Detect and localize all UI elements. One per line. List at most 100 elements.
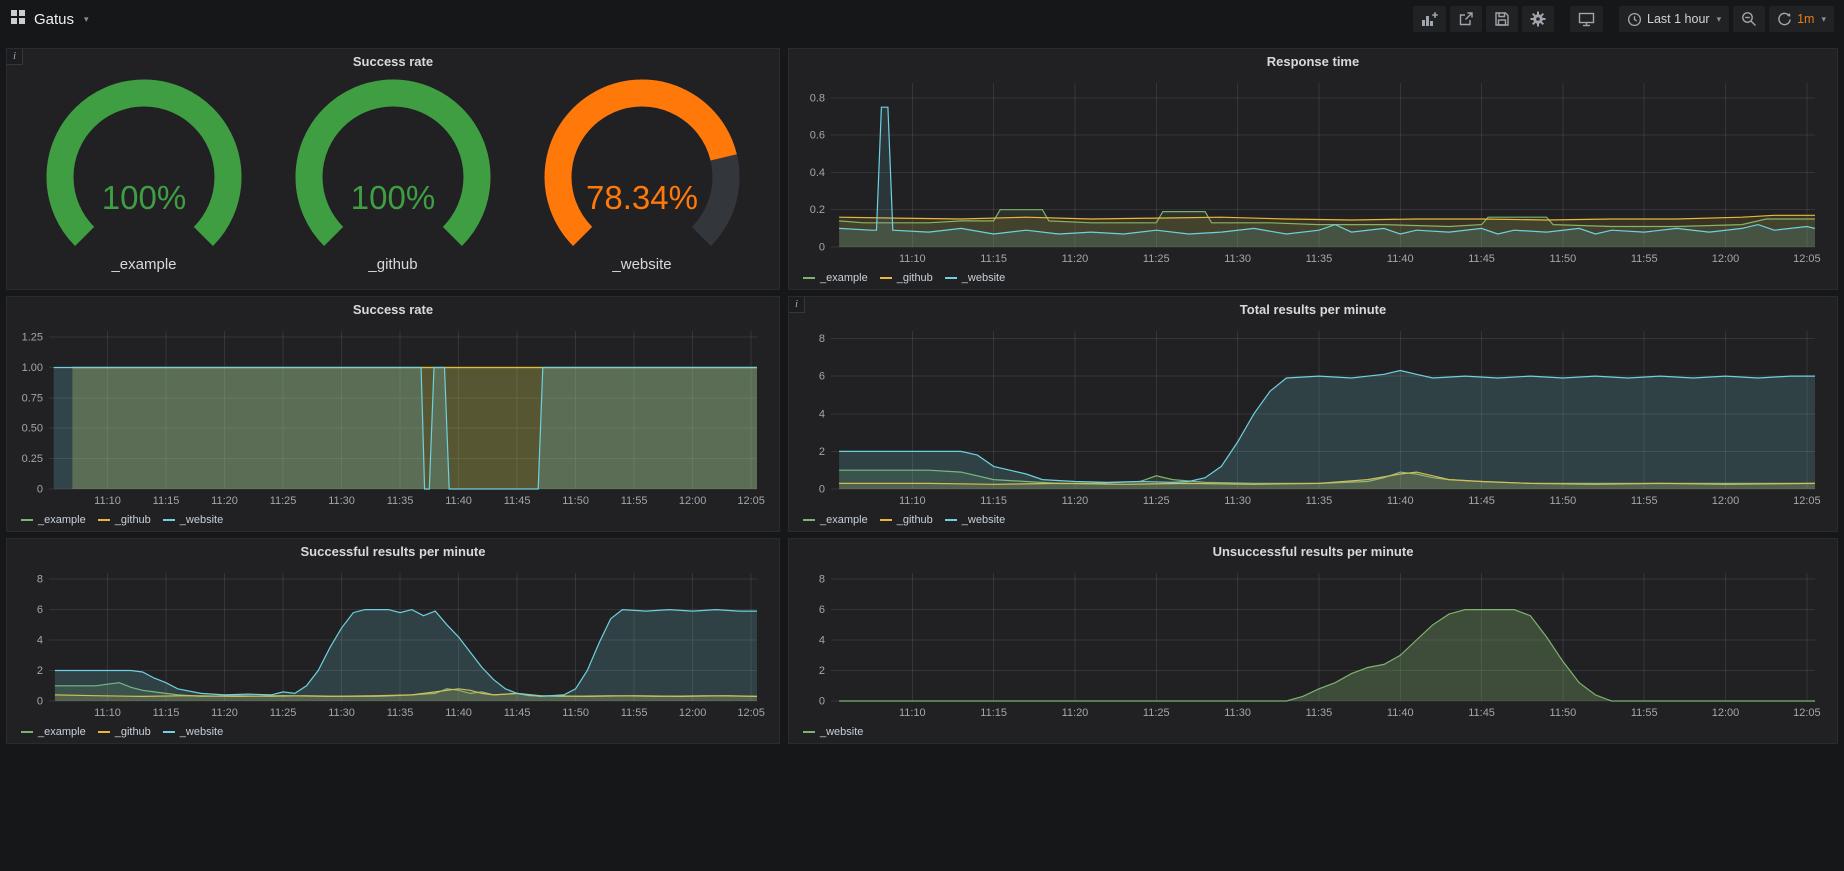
- gauge-value: 100%: [351, 179, 435, 216]
- zoom-out-icon: [1741, 11, 1757, 27]
- svg-text:11:30: 11:30: [328, 707, 355, 719]
- response-time-chart[interactable]: 00.20.40.60.811:1011:1511:2011:2511:3011…: [797, 75, 1829, 267]
- svg-text:11:40: 11:40: [1387, 707, 1414, 719]
- svg-text:11:20: 11:20: [211, 707, 238, 719]
- svg-text:11:15: 11:15: [153, 495, 180, 507]
- dashboard-title-dropdown[interactable]: Gatus ▾: [10, 9, 89, 30]
- refresh-icon: [1777, 12, 1792, 27]
- zoom-out-button[interactable]: [1733, 6, 1765, 32]
- svg-text:1.00: 1.00: [22, 362, 43, 374]
- svg-text:11:25: 11:25: [270, 707, 297, 719]
- svg-text:8: 8: [819, 574, 825, 586]
- time-range-picker[interactable]: Last 1 hour ▾: [1619, 6, 1729, 32]
- legend-item[interactable]: _example: [21, 514, 86, 526]
- refresh-interval-label[interactable]: 1m: [1797, 12, 1814, 26]
- svg-text:12:00: 12:00: [1712, 707, 1740, 719]
- svg-text:11:50: 11:50: [1550, 707, 1577, 719]
- panel-title[interactable]: Successful results per minute: [7, 539, 779, 564]
- navbar: Gatus ▾: [0, 0, 1844, 38]
- panel-title[interactable]: Unsuccessful results per minute: [789, 539, 1837, 564]
- legend-series-name: _github: [115, 726, 151, 738]
- legend-item[interactable]: _website: [945, 514, 1005, 526]
- save-button[interactable]: [1486, 6, 1518, 32]
- legend-item[interactable]: _website: [163, 726, 223, 738]
- legend-item[interactable]: _github: [880, 272, 933, 284]
- chart-legend: _example _github _website: [21, 723, 223, 740]
- chart-legend: _example _github _website: [21, 511, 223, 528]
- svg-text:2: 2: [37, 665, 43, 677]
- legend-series-color: [21, 519, 33, 521]
- legend-series-color: [880, 277, 892, 279]
- svg-text:11:25: 11:25: [270, 495, 297, 507]
- svg-text:4: 4: [819, 408, 825, 420]
- legend-series-color: [803, 731, 815, 733]
- legend-item[interactable]: _website: [945, 272, 1005, 284]
- panel-unsuccessful-results: Unsuccessful results per minute 0246811:…: [788, 538, 1838, 744]
- svg-text:11:25: 11:25: [1143, 253, 1170, 265]
- panel-title[interactable]: Success rate: [7, 49, 779, 74]
- svg-text:12:00: 12:00: [1712, 253, 1740, 265]
- svg-text:11:30: 11:30: [1224, 495, 1251, 507]
- svg-text:11:25: 11:25: [1143, 707, 1170, 719]
- panel-response-time: Response time 00.20.40.60.811:1011:1511:…: [788, 48, 1838, 290]
- svg-text:11:35: 11:35: [1306, 253, 1333, 265]
- panel-title[interactable]: Success rate: [7, 297, 779, 322]
- svg-text:11:30: 11:30: [1224, 253, 1251, 265]
- panel-info-icon[interactable]: i: [789, 297, 805, 313]
- gauge-value: 78.34%: [586, 179, 698, 216]
- svg-text:0: 0: [37, 696, 43, 708]
- legend-item[interactable]: _github: [98, 726, 151, 738]
- panel-info-icon[interactable]: i: [7, 49, 23, 65]
- successful-results-chart[interactable]: 0246811:1011:1511:2011:2511:3011:3511:40…: [15, 565, 771, 721]
- chart-legend: _example _github _website: [803, 511, 1005, 528]
- legend-item[interactable]: _example: [803, 514, 868, 526]
- panel-success-rate-gauges: i Success rate 100%_example100%_github78…: [6, 48, 780, 290]
- svg-text:0.75: 0.75: [22, 392, 43, 404]
- legend-item[interactable]: _github: [98, 514, 151, 526]
- svg-text:8: 8: [819, 333, 825, 345]
- legend-item[interactable]: _example: [21, 726, 86, 738]
- gauge-value: 100%: [102, 179, 186, 216]
- svg-text:1.25: 1.25: [22, 332, 43, 344]
- refresh-button[interactable]: 1m ▾: [1769, 6, 1834, 32]
- svg-text:0: 0: [819, 696, 825, 708]
- panel-successful-results: Successful results per minute 0246811:10…: [6, 538, 780, 744]
- svg-text:12:00: 12:00: [1712, 495, 1740, 507]
- save-icon: [1494, 11, 1510, 27]
- legend-item[interactable]: _example: [803, 272, 868, 284]
- legend-series-name: _website: [180, 514, 223, 526]
- total-results-chart[interactable]: 0246811:1011:1511:2011:2511:3011:3511:40…: [797, 323, 1829, 509]
- unsuccessful-results-chart[interactable]: 0246811:1011:1511:2011:2511:3011:3511:40…: [797, 565, 1829, 721]
- success-rate-chart[interactable]: 00.250.500.751.001.2511:1011:1511:2011:2…: [15, 323, 771, 509]
- panel-title[interactable]: Response time: [789, 49, 1837, 74]
- panel-title[interactable]: Total results per minute: [789, 297, 1837, 322]
- svg-text:6: 6: [819, 604, 825, 616]
- legend-series-name: _example: [820, 514, 868, 526]
- svg-text:12:05: 12:05: [1793, 495, 1821, 507]
- add-panel-button[interactable]: [1413, 6, 1446, 32]
- svg-text:11:40: 11:40: [1387, 253, 1414, 265]
- legend-series-name: _website: [820, 726, 863, 738]
- svg-text:0.50: 0.50: [22, 423, 43, 435]
- legend-item[interactable]: _website: [163, 514, 223, 526]
- chevron-down-icon: ▾: [84, 14, 89, 25]
- legend-item[interactable]: _github: [880, 514, 933, 526]
- gear-icon: [1530, 11, 1546, 27]
- svg-text:12:05: 12:05: [737, 495, 765, 507]
- clock-icon: [1627, 12, 1642, 27]
- svg-text:12:00: 12:00: [679, 495, 707, 507]
- legend-series-color: [945, 519, 957, 521]
- svg-text:11:10: 11:10: [94, 707, 121, 719]
- chevron-down-icon: ▾: [1821, 14, 1826, 25]
- chevron-down-icon: ▾: [1717, 14, 1722, 25]
- svg-text:11:15: 11:15: [153, 707, 180, 719]
- svg-text:11:10: 11:10: [899, 253, 926, 265]
- cycle-view-button[interactable]: [1570, 6, 1603, 32]
- legend-series-name: _website: [962, 272, 1005, 284]
- legend-item[interactable]: _website: [803, 726, 863, 738]
- settings-button[interactable]: [1522, 6, 1554, 32]
- share-button[interactable]: [1450, 6, 1482, 32]
- time-range-label: Last 1 hour: [1647, 12, 1710, 26]
- svg-text:8: 8: [37, 574, 43, 586]
- svg-text:0.4: 0.4: [810, 167, 825, 179]
